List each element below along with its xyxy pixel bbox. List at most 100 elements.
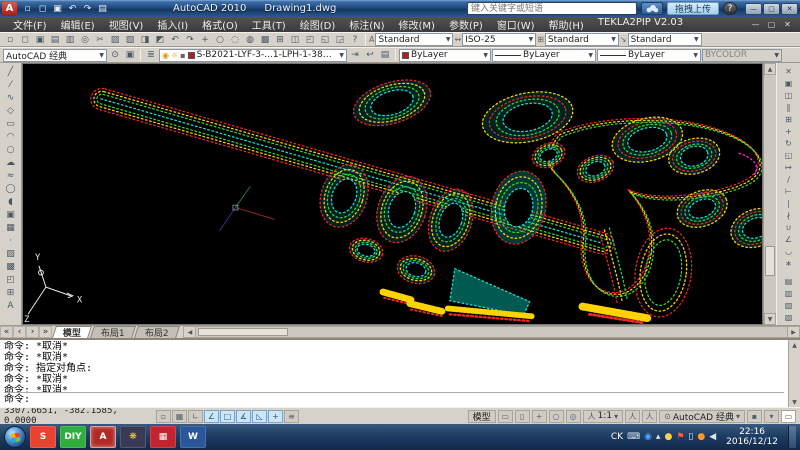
menu-item[interactable]: TEKLA2PIP V2.03 [591,17,690,32]
doc-minimize-button[interactable]: — [749,20,762,29]
open-icon[interactable]: ◻ [36,2,49,15]
drawing-canvas[interactable]: Y X Z [22,63,763,325]
lwt-toggle[interactable]: ≡ [284,410,299,423]
menu-item[interactable]: 插入(I) [150,17,195,32]
scroll-down-icon[interactable]: ▼ [789,397,800,407]
undo-icon[interactable]: ↶ [66,2,79,15]
polyline-icon[interactable]: ∿ [2,91,19,104]
plot-icon[interactable]: ▤ [96,2,109,15]
new-file-icon[interactable]: ▫ [21,2,34,15]
dyn-toggle[interactable]: + [268,410,283,423]
paste-icon[interactable]: ▧ [123,33,137,46]
tab-layout1[interactable]: 布局1 [90,326,136,338]
text-style-combo[interactable]: Standard▼ [375,33,453,46]
model-space-button[interactable]: 模型 [468,410,496,423]
workspace-settings-icon[interactable]: ⊙ [108,49,122,62]
layer-previous-icon[interactable]: ↩ [363,49,377,62]
status-menu-icon[interactable]: ▾ [764,410,779,423]
properties-icon[interactable]: ▩ [258,33,272,46]
array-icon[interactable]: ⊞ [780,113,798,125]
menu-item[interactable]: 修改(M) [392,17,442,32]
tray-keyboard-icon[interactable]: ⌨ [627,432,640,442]
table-style-combo[interactable]: Standard▼ [545,33,619,46]
ducs-toggle[interactable]: ◺ [252,410,267,423]
osnap-toggle[interactable]: □ [220,410,235,423]
spline-icon[interactable]: ≈ [2,169,19,182]
mleader-style-combo[interactable]: Standard▼ [628,33,702,46]
menu-item[interactable]: 工具(T) [245,17,293,32]
tray-expand-icon[interactable]: ▴ [656,432,661,442]
block-editor-icon[interactable]: ◩ [153,33,167,46]
menu-item[interactable]: 标注(N) [342,17,391,32]
vscroll-thumb[interactable] [765,246,775,276]
plot-icon[interactable]: ▤ [48,33,62,46]
send-under-icon[interactable]: ▨ [780,311,798,323]
menu-item[interactable]: 帮助(H) [542,17,591,32]
tab-layout2[interactable]: 布局2 [134,326,180,338]
zoom-icon[interactable]: ○ [549,410,564,423]
hscroll-thumb[interactable] [198,328,288,336]
fillet-icon[interactable]: ◡ [780,245,798,257]
workspace-combo[interactable]: AutoCAD 经典▼ [3,49,107,62]
scale-icon[interactable]: ◱ [780,149,798,161]
multiline-text-icon[interactable]: A [2,299,19,312]
insert-block-icon[interactable]: ▣ [2,208,19,221]
start-button[interactable] [4,426,26,448]
scroll-left-icon[interactable]: ◀ [184,327,196,337]
pan-icon[interactable]: + [532,410,547,423]
cut-icon[interactable]: ✂ [93,33,107,46]
open-icon[interactable]: ◻ [18,33,32,46]
sheet-set-icon[interactable]: ◰ [303,33,317,46]
command-scrollbar[interactable]: ▲ ▼ [788,340,800,407]
autoscale-icon[interactable]: 人 [642,410,657,423]
polygon-icon[interactable]: ◇ [2,104,19,117]
autocad-logo-icon[interactable]: A [2,2,17,16]
circle-icon[interactable]: ○ [2,143,19,156]
ortho-toggle[interactable]: ∟ [188,410,203,423]
restore-button[interactable]: ▢ [763,3,780,15]
workspace-save-icon[interactable]: ▣ [123,49,137,62]
construction-line-icon[interactable]: ⁄ [2,78,19,91]
undo-icon[interactable]: ↶ [168,33,182,46]
join-icon[interactable]: ∪ [780,221,798,233]
clean-screen-icon[interactable]: ▭ [781,410,796,423]
taskbar-clock[interactable]: 22:16 2016/12/12 [720,427,784,447]
zoom-realtime-icon[interactable]: ○ [213,33,227,46]
bring-above-icon[interactable]: ▧ [780,299,798,311]
stretch-icon[interactable]: ↦ [780,161,798,173]
mirror-icon[interactable]: ◫ [780,89,798,101]
quick-view-layouts-icon[interactable]: ▭ [498,410,513,423]
menu-item[interactable]: 文件(F) [6,17,54,32]
point-icon[interactable]: · [2,234,19,247]
taskbar-media-icon[interactable]: ▦ [150,426,176,448]
gradient-icon[interactable]: ▩ [2,260,19,273]
arc-icon[interactable]: ◠ [2,130,19,143]
markup-icon[interactable]: ◱ [318,33,332,46]
plot-preview-icon[interactable]: ▥ [63,33,77,46]
help-button[interactable]: ? [723,2,737,15]
publish-icon[interactable]: ◎ [78,33,92,46]
grid-toggle[interactable]: ▦ [172,410,187,423]
tab-first-button[interactable]: « [0,326,13,338]
extend-icon[interactable]: ⊢ [780,185,798,197]
zoom-window-icon[interactable]: ◌ [228,33,242,46]
menu-item[interactable]: 编辑(E) [54,17,102,32]
tray-input-ck[interactable]: CK [611,432,623,442]
taskbar-diy-icon[interactable]: DIY [60,426,86,448]
color-control-combo[interactable]: ByLayer▼ [399,49,491,62]
rectangle-icon[interactable]: ▭ [2,117,19,130]
offset-icon[interactable]: ∥ [780,101,798,113]
taskbar-autocad-icon[interactable]: A [90,426,116,448]
tab-last-button[interactable]: » [39,326,52,338]
copy-icon[interactable]: ▨ [108,33,122,46]
close-button[interactable]: ✕ [781,3,798,15]
layer-properties-manager-icon[interactable]: ≣ [144,49,158,62]
tool-palettes-icon[interactable]: ◫ [288,33,302,46]
steering-wheel-icon[interactable]: ◎ [566,410,581,423]
minimize-button[interactable]: — [745,3,762,15]
taskbar-word-icon[interactable]: W [180,426,206,448]
scroll-down-icon[interactable]: ▼ [764,313,776,325]
quick-view-drawings-icon[interactable]: ▯ [515,410,530,423]
communication-center-icon[interactable] [641,2,663,15]
send-to-back-icon[interactable]: ▥ [780,287,798,299]
